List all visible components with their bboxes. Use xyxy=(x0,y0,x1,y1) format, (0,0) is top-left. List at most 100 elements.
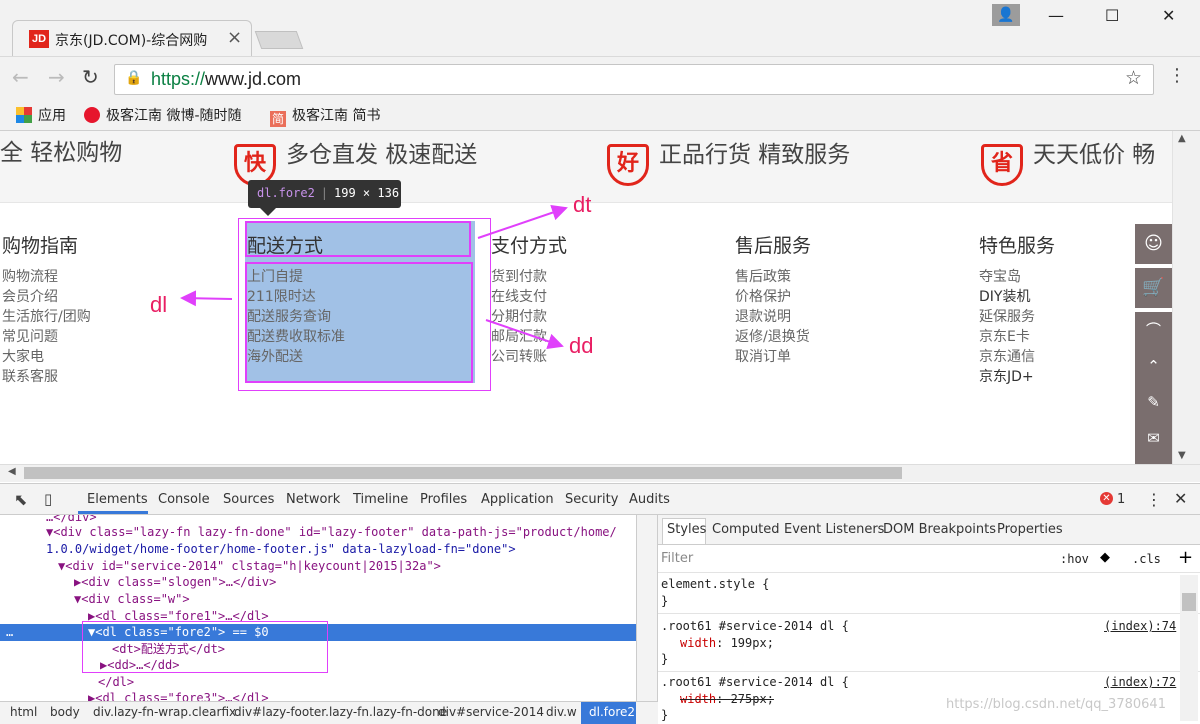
ellipsis-menu[interactable]: … xyxy=(6,624,13,641)
styles-pane: Styles Computed Event Listeners DOM Brea… xyxy=(658,515,1200,724)
tab-audits[interactable]: Audits xyxy=(629,492,670,507)
url-text[interactable]: https://www.jd.com xyxy=(151,69,301,90)
styles-scroll-thumb[interactable] xyxy=(1182,593,1196,611)
tab-elements[interactable]: Elements xyxy=(87,492,148,507)
chrome-menu-icon[interactable]: ⋮ xyxy=(1168,65,1186,86)
rule-selector[interactable]: .root61 #service-2014 dl { xyxy=(661,619,849,633)
bookmark-jianshu[interactable]: 简极客江南 简书 xyxy=(270,105,380,127)
tab-security[interactable]: Security xyxy=(565,492,618,507)
forward-icon[interactable]: → xyxy=(48,65,65,89)
tab-close-icon[interactable]: × xyxy=(227,27,242,48)
filter-input[interactable]: Filter xyxy=(661,551,693,566)
dl-arrow xyxy=(180,290,233,307)
url-host: www.jd.com xyxy=(205,69,302,89)
css-declaration[interactable]: width: 199px; xyxy=(680,636,774,650)
active-tab-indicator xyxy=(78,511,148,514)
tools-column[interactable]: ⌒ ⌃ ✎ ✉ xyxy=(1135,312,1172,464)
tab-timeline[interactable]: Timeline xyxy=(353,492,408,507)
jianshu-icon: 简 xyxy=(270,111,286,127)
hov-toggle[interactable]: :hov xyxy=(1060,552,1089,566)
tab-console[interactable]: Console xyxy=(158,492,210,507)
cls-toggle[interactable]: .cls xyxy=(1132,552,1161,566)
web-page: 全 轻松购物 快多仓直发 极速配送 好正品行货 精致服务 省天天低价 畅 购物指… xyxy=(0,131,1172,464)
rule-divider xyxy=(658,671,1200,672)
scroll-down-icon[interactable]: ▼ xyxy=(1178,450,1186,461)
dt-annotation: dt xyxy=(573,192,592,217)
crumb-service-2014[interactable]: div#service-2014 xyxy=(438,705,544,719)
crumb-dl-fore2[interactable]: dl.fore2 xyxy=(589,705,635,719)
crumb-html[interactable]: html xyxy=(10,705,37,719)
dom-line[interactable]: ▼<div id="service-2014" clstag="h|keycou… xyxy=(0,558,636,575)
error-icon[interactable]: ✕ xyxy=(1100,492,1113,505)
new-tab-button[interactable] xyxy=(254,31,304,49)
color-format-icon[interactable]: ◆ xyxy=(1100,550,1110,565)
back-icon[interactable]: ← xyxy=(12,65,29,89)
jd-favicon-icon: JD xyxy=(29,30,49,48)
tab-dom-breakpoints[interactable]: DOM Breakpoints xyxy=(883,522,996,537)
dom-line[interactable]: 1.0.0/widget/home-footer/home-footer.js"… xyxy=(0,541,636,558)
right-float-toolbar: ☺ 🛒 ⌒ ⌃ ✎ ✉ xyxy=(1135,224,1172,464)
bookmark-apps[interactable]: 应用 xyxy=(16,105,66,125)
vertical-scrollbar[interactable] xyxy=(1172,131,1200,464)
tab-properties[interactable]: Properties xyxy=(997,522,1063,537)
error-count[interactable]: 1 xyxy=(1117,492,1125,507)
dt-arrow xyxy=(477,204,568,239)
dom-line[interactable]: ▼<div class="w"> xyxy=(0,591,636,608)
tab-sources[interactable]: Sources xyxy=(223,492,274,507)
new-rule-icon[interactable]: + xyxy=(1178,547,1193,568)
bookmark-star-icon[interactable]: ☆ xyxy=(1125,67,1142,89)
tab-network[interactable]: Network xyxy=(286,492,340,507)
rule-close: } xyxy=(661,652,669,666)
tab-application[interactable]: Application xyxy=(481,492,554,507)
devtools-menu-icon[interactable]: ⋮ xyxy=(1146,490,1162,509)
browser-toolbar: ← → ↻ 🔒 https://www.jd.com ☆ ⋮ xyxy=(0,56,1200,101)
panel-divider[interactable] xyxy=(636,515,658,701)
reload-icon[interactable]: ↻ xyxy=(82,65,99,89)
elements-tree: …</div> ▼<div class="lazy-fn lazy-fn-don… xyxy=(0,515,636,701)
source-link[interactable]: (index):72 xyxy=(1104,675,1176,689)
maximize-icon[interactable]: ☐ xyxy=(1105,6,1119,25)
lock-icon[interactable]: 🔒 xyxy=(125,70,142,86)
dom-line[interactable]: </dl> xyxy=(0,674,636,691)
horizontal-scroll-thumb[interactable] xyxy=(24,467,902,479)
devtools-close-icon[interactable]: ✕ xyxy=(1174,489,1187,508)
dom-line[interactable]: ▼<div class="lazy-fn lazy-fn-done" id="l… xyxy=(0,524,636,541)
dd-annotation: dd xyxy=(569,333,594,358)
tab-profiles[interactable]: Profiles xyxy=(420,492,467,507)
device-toggle-icon[interactable]: ▯ xyxy=(44,490,52,508)
scroll-left-icon[interactable]: ◀ xyxy=(8,466,16,477)
window-close-icon[interactable]: ✕ xyxy=(1162,6,1175,25)
url-scheme: https:// xyxy=(151,69,206,89)
crumb-lazy-fn-wrap[interactable]: div.lazy-fn-wrap.clearfix xyxy=(93,705,236,719)
bookmark-label: 极客江南 微博-随时随 xyxy=(106,108,242,124)
weibo-icon xyxy=(84,107,100,123)
rule-divider xyxy=(658,613,1200,614)
tab-computed[interactable]: Computed xyxy=(712,522,780,537)
dom-line[interactable]: ▶<dl class="fore3">…</dl> xyxy=(0,690,636,701)
rule-close: } xyxy=(661,708,669,722)
crumb-lazy-footer[interactable]: div#lazy-footer.lazy-fn.lazy-fn-done xyxy=(234,705,447,719)
profile-icon[interactable]: 👤 xyxy=(992,4,1020,26)
source-link[interactable]: (index):74 xyxy=(1104,619,1176,633)
dl-annotation: dl xyxy=(150,292,168,317)
user-icon[interactable]: ☺ xyxy=(1135,224,1172,264)
styles-filter-row: Filter :hov ◆ .cls + xyxy=(658,545,1200,573)
tab-styles[interactable]: Styles xyxy=(667,522,706,537)
dom-line[interactable]: ▶<div class="slogen">…</div> xyxy=(0,574,636,591)
crumb-body[interactable]: body xyxy=(50,705,80,719)
rule-selector[interactable]: .root61 #service-2014 dl { xyxy=(661,675,849,689)
scroll-up-icon[interactable]: ▲ xyxy=(1178,133,1186,144)
minimize-icon[interactable]: — xyxy=(1048,6,1064,25)
inspect-element-icon[interactable]: ⬉ xyxy=(14,490,27,509)
cart-icon[interactable]: 🛒 xyxy=(1135,268,1172,308)
tab-event-listeners[interactable]: Event Listeners xyxy=(784,522,884,537)
styles-tab-bar: Styles Computed Event Listeners DOM Brea… xyxy=(658,515,1200,545)
rule-selector[interactable]: element.style { xyxy=(661,577,769,591)
css-declaration-overridden[interactable]: width: 275px; xyxy=(680,692,774,706)
bookmarks-bar: 应用 极客江南 微博-随时随 简极客江南 简书 xyxy=(0,101,1200,131)
crumb-div-w[interactable]: div.w xyxy=(546,705,577,719)
apps-grid-icon xyxy=(16,107,32,123)
bookmark-weibo[interactable]: 极客江南 微博-随时随 xyxy=(84,105,242,125)
address-bar[interactable]: 🔒 https://www.jd.com ☆ xyxy=(114,64,1154,95)
browser-tab[interactable]: JD 京东(JD.COM)-综合网购 × xyxy=(12,20,252,57)
